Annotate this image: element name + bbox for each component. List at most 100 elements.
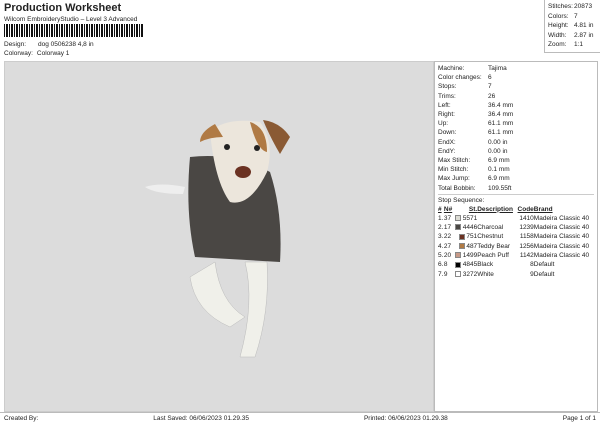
stitch-count: 4845	[462, 261, 478, 269]
machine-label: Max Stitch:	[438, 157, 471, 165]
thread-number: 22	[443, 233, 452, 241]
machine-row: Machine: Tajima	[438, 64, 594, 73]
machine-label: Color changes:	[438, 74, 482, 82]
stitch-count: 1499	[462, 252, 478, 260]
column-header: St.	[468, 205, 478, 213]
thread-number: 27	[443, 242, 452, 250]
color-swatch	[458, 233, 465, 240]
stat-value: 1:1	[574, 41, 584, 48]
brand: Madeira Classic 40	[533, 214, 590, 222]
table-row: 3. 22 751 Chestnut 1158 Madeira Classic 40	[438, 232, 594, 241]
machine-value: 109.55ft	[488, 184, 512, 192]
table-row: 6. 8 4845 Black 8 Default	[438, 260, 594, 269]
table-row: 1. 37 5571 1410 Madeira Classic 40	[438, 214, 594, 223]
machine-label: EndX:	[438, 138, 456, 146]
color-swatch	[454, 252, 461, 259]
machine-label: Stops:	[438, 83, 457, 91]
machine-value: 6.9 mm	[488, 175, 510, 183]
stats-box: Stitches:20873 Colors: 7 Height: 4.81 in Widt…	[544, 0, 600, 53]
stop-sequence-title: Stop Sequence:	[438, 193, 594, 205]
color-swatch	[454, 270, 461, 277]
thread-number: 20	[443, 252, 452, 260]
stat-label: Zoom:	[548, 41, 567, 48]
colorway-row: Colorway: Colorway 1	[4, 50, 69, 57]
stop-sequence-table: # N# St. Description Code Brand 1. 37 5571 1410…	[438, 205, 594, 279]
column-header: Description	[477, 205, 513, 213]
stitch-count: 487	[466, 242, 478, 250]
machine-row: Color changes: 6	[438, 73, 594, 82]
brand: Madeira Classic 40	[533, 242, 590, 250]
machine-label: Machine:	[438, 65, 465, 72]
code: 1239	[519, 224, 534, 232]
machine-value: 0.00 in	[488, 147, 508, 155]
stat-row: Colors: 7	[548, 12, 597, 22]
stat-row: Height: 4.81 in	[548, 21, 597, 31]
machine-row: Left: 36.4 mm	[438, 101, 594, 110]
brand: Default	[533, 261, 555, 269]
code: 1256	[519, 242, 534, 250]
machine-label: Left:	[438, 101, 451, 109]
design-value: dog 0506238 4,8 in	[38, 41, 94, 48]
machine-value: 0.1 mm	[488, 166, 510, 174]
subtitle: Wilcom EmbroideryStudio – Level 3 Advanc…	[4, 16, 138, 23]
machine-row: Trims: 26	[438, 92, 594, 101]
color-swatch	[458, 243, 465, 250]
page-number: Page 1 of 1	[562, 415, 596, 422]
color-swatch	[454, 224, 461, 231]
code: 1142	[519, 252, 534, 260]
machine-row: Right: 36.4 mm	[438, 110, 594, 119]
machine-value: 6.9 mm	[488, 157, 510, 165]
column-header: N#	[443, 205, 453, 213]
machine-info: Machine: Tajima Color changes: 6 Stops: 7 Trim…	[438, 64, 594, 193]
description: Black	[477, 261, 494, 269]
machine-label: Total Bobbin:	[438, 184, 476, 192]
machine-row: EndX: 0.00 in	[438, 138, 594, 147]
stat-label: Width:	[548, 31, 567, 39]
thread-number: 17	[443, 224, 452, 232]
machine-row: Total Bobbin: 109.55ft	[438, 184, 594, 193]
stitch-count: 3272	[462, 270, 478, 278]
stat-row: Width: 2.87 in	[548, 31, 597, 41]
stat-value: 4.81 in	[574, 22, 594, 29]
stat-label: Colors:	[548, 12, 569, 20]
description: Chestnut	[477, 233, 504, 241]
machine-label: Up:	[438, 120, 449, 128]
brand: Default	[533, 270, 555, 278]
design-row: Design: dog 0506238 4,8 in	[4, 41, 94, 48]
column-header: Code	[517, 205, 534, 213]
machine-row: Min Stitch: 0.1 mm	[438, 165, 594, 174]
machine-value: 26	[488, 92, 496, 100]
stitch-count: 4446	[462, 224, 478, 232]
created-by: Created By:	[4, 415, 39, 422]
machine-value: 36.4 mm	[488, 111, 514, 119]
details-panel: Machine: Tajima Color changes: 6 Stops: 7 Trim…	[434, 61, 598, 412]
page-title: Production Worksheet	[4, 2, 122, 14]
stat-row: Zoom: 1:1	[548, 40, 597, 50]
machine-label: Right:	[438, 111, 455, 119]
stat-row: Stitches:20873	[548, 2, 597, 12]
description: Teddy Bear	[477, 242, 511, 250]
barcode	[4, 24, 144, 37]
colorway-value: Colorway 1	[36, 50, 70, 57]
dog-embroidery-image	[145, 120, 290, 358]
color-swatch	[454, 215, 461, 222]
description: Charcoal	[477, 224, 504, 232]
table-row: 7. 9 3272 White 9 Default	[438, 270, 594, 279]
color-swatch	[454, 261, 461, 268]
machine-row: Down: 61.1 mm	[438, 128, 594, 137]
machine-label: Max Jump:	[438, 175, 470, 183]
stat-value: 2.87 in	[574, 31, 594, 39]
colorway-label: Colorway:	[4, 50, 33, 57]
code: 9	[530, 270, 534, 278]
printed-date: Printed: 06/06/2023 01.29.38	[363, 415, 448, 422]
stat-label: Stitches:	[548, 3, 573, 10]
machine-label: Trims:	[438, 92, 456, 100]
brand: Madeira Classic 40	[533, 233, 590, 241]
machine-label: Down:	[438, 129, 457, 137]
machine-value: 61.1 mm	[488, 129, 514, 137]
stat-label: Height:	[548, 22, 569, 29]
table-row: 5. 20 1499 Peach Puff 1142 Madeira Classic 4…	[438, 251, 594, 260]
brand: Madeira Classic 40	[533, 224, 590, 232]
column-header: Brand	[533, 205, 553, 213]
stitch-count: 751	[466, 233, 478, 241]
